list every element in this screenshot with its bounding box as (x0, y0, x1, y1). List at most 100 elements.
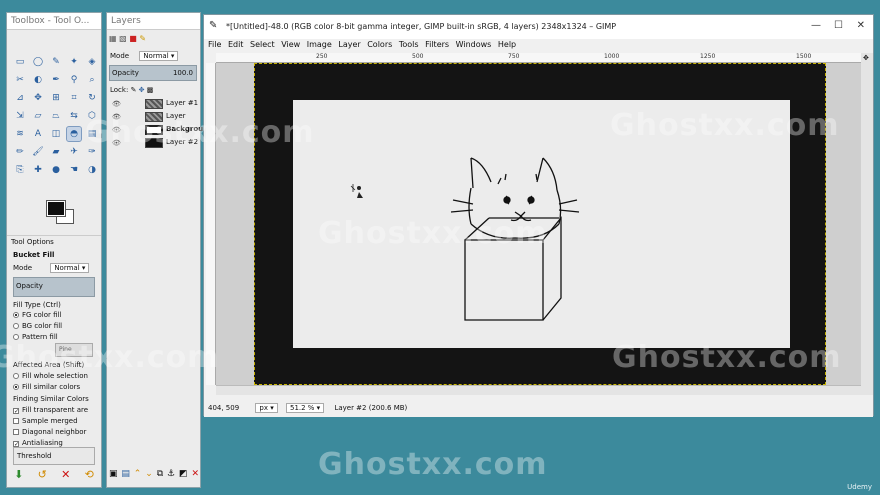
mode-select[interactable]: Normal ▾ (50, 263, 90, 273)
ruler-tick: 1500 (796, 53, 812, 60)
layer-row[interactable]: 👁 Layer #1 (109, 98, 199, 111)
lock-alpha-icon[interactable]: ▩ (147, 86, 154, 94)
color-select-icon[interactable]: ◈ (85, 55, 99, 69)
maximize-icon[interactable]: ☐ (834, 20, 843, 31)
measure-icon[interactable]: ⊿ (13, 91, 27, 105)
unified-transform-icon[interactable]: ◫ (49, 127, 63, 141)
layer-mode-select[interactable]: Normal ▾ (139, 51, 179, 61)
move-icon[interactable]: ✥ (31, 91, 45, 105)
clone-icon[interactable]: ⎘ (13, 163, 27, 177)
check-antialiasing[interactable]: ✓ Antialiasing (13, 439, 63, 448)
undo-tab-icon[interactable]: ✎ (139, 34, 146, 43)
lock-position-icon[interactable]: ✥ (139, 86, 145, 94)
anchor-layer-icon[interactable]: ⚓ (167, 469, 175, 479)
layer-name[interactable]: Layer #1 (166, 99, 198, 107)
save-options-icon[interactable]: ⬇ (14, 468, 23, 481)
check-transparent[interactable]: ✓ Fill transparent are (13, 406, 88, 415)
eraser-icon[interactable]: ▰ (49, 145, 63, 159)
window-titlebar[interactable]: ✎ *[Untitled]-48.0 (RGB color 8-bit gamm… (204, 15, 873, 39)
reset-options-icon[interactable]: ⟲ (85, 468, 94, 481)
layers-title[interactable]: Layers (107, 13, 200, 30)
ruler-tick: 1000 (604, 53, 620, 60)
horizontal-ruler[interactable]: 250 500 750 1000 1250 1500 (216, 53, 861, 63)
lock-pixels-icon[interactable]: ✎ (131, 86, 137, 94)
blur-icon[interactable]: ● (49, 163, 63, 177)
scale-icon[interactable]: ⇲ (13, 109, 27, 123)
eye-icon[interactable]: 👁 (112, 100, 121, 108)
minimize-icon[interactable]: — (811, 20, 821, 31)
menu-help[interactable]: Help (498, 40, 516, 49)
horizontal-scrollbar[interactable] (216, 385, 861, 395)
delete-options-icon[interactable]: ✕ (61, 468, 70, 481)
menu-windows[interactable]: Windows (456, 40, 492, 49)
rect-select-icon[interactable]: ▭ (13, 55, 27, 69)
menu-file[interactable]: File (208, 40, 221, 49)
watermark: Ghostxx.com (612, 340, 842, 375)
foreground-select-icon[interactable]: ◐ (31, 73, 45, 87)
layer-mode-label: Mode (110, 52, 130, 60)
color-swatches[interactable] (46, 200, 77, 225)
opacity-slider[interactable]: Opacity (13, 277, 95, 297)
threshold-slider[interactable]: Threshold (13, 447, 95, 465)
layers-toolbar: ▦ ▧ ■ ✎ (109, 34, 146, 43)
navigate-icon[interactable]: ✥ (863, 54, 869, 62)
raise-layer-icon[interactable]: ⌃ (134, 469, 142, 479)
menu-filters[interactable]: Filters (425, 40, 449, 49)
new-layer-icon[interactable]: ▣ (109, 469, 118, 479)
menu-layer[interactable]: Layer (338, 40, 360, 49)
ellipse-select-icon[interactable]: ◯ (31, 55, 45, 69)
zoom-select[interactable]: 51.2 % ▾ (285, 403, 325, 413)
layer-opacity-slider[interactable]: Opacity 100.0 (109, 65, 197, 81)
zoom-icon[interactable]: ⌕ (85, 73, 99, 87)
menu-tools[interactable]: Tools (399, 40, 419, 49)
rotate-icon[interactable]: ↻ (85, 91, 99, 105)
close-icon[interactable]: ✕ (857, 20, 865, 31)
vertical-scrollbar[interactable]: ✥ (861, 53, 873, 395)
shear-icon[interactable]: ▱ (31, 109, 45, 123)
align-icon[interactable]: ⊞ (49, 91, 63, 105)
crop-icon[interactable]: ⌗ (67, 91, 81, 105)
bucket-fill-icon[interactable]: ◓ (66, 126, 82, 142)
tool-options-tab[interactable]: Tool Options (7, 235, 101, 247)
free-select-icon[interactable]: ✎ (49, 55, 63, 69)
unit-select[interactable]: px ▾ (255, 403, 278, 413)
heal-icon[interactable]: ✚ (31, 163, 45, 177)
check-diagonal[interactable]: Diagonal neighbor (13, 428, 86, 436)
paintbrush-icon[interactable]: 🖌 (31, 145, 45, 159)
flip-icon[interactable]: ⇆ (67, 109, 81, 123)
mask-icon[interactable]: ◩ (179, 469, 188, 479)
paths-icon[interactable]: ✒ (49, 73, 63, 87)
text-icon[interactable]: A (31, 127, 45, 141)
color-picker-icon[interactable]: ⚲ (67, 73, 81, 87)
menu-image[interactable]: Image (307, 40, 332, 49)
perspective-icon[interactable]: ⏢ (49, 109, 63, 123)
layer-opacity-label: Opacity (112, 69, 139, 77)
fuzzy-select-icon[interactable]: ✦ (67, 55, 81, 69)
restore-options-icon[interactable]: ↺ (38, 468, 47, 481)
foreground-color-swatch[interactable] (46, 200, 66, 217)
channels-tab-icon[interactable]: ▧ (119, 34, 127, 43)
menu-colors[interactable]: Colors (367, 40, 392, 49)
scissors-icon[interactable]: ✂ (13, 73, 27, 87)
smudge-icon[interactable]: ☚ (67, 163, 81, 177)
new-group-icon[interactable]: ▤ (121, 469, 130, 479)
lower-layer-icon[interactable]: ⌄ (145, 469, 153, 479)
fill-type-bg[interactable]: BG color fill (13, 322, 62, 330)
pencil-icon[interactable]: ✏ (13, 145, 27, 159)
delete-layer-icon[interactable]: ✕ (191, 469, 199, 479)
airbrush-icon[interactable]: ✈ (67, 145, 81, 159)
dodge-burn-icon[interactable]: ◑ (85, 163, 99, 177)
fill-type-fg[interactable]: FG color fill (13, 311, 61, 319)
check-sample-merged[interactable]: Sample merged (13, 417, 78, 425)
menu-edit[interactable]: Edit (228, 40, 244, 49)
duplicate-layer-icon[interactable]: ⧉ (157, 469, 163, 479)
warp-icon[interactable]: ≋ (13, 127, 27, 141)
paths-tab-icon[interactable]: ■ (129, 34, 137, 43)
fill-type-bg-label: BG color fill (22, 322, 63, 330)
menu-select[interactable]: Select (250, 40, 275, 49)
affected-similar[interactable]: Fill similar colors (13, 383, 80, 391)
menu-view[interactable]: View (281, 40, 300, 49)
vertical-ruler[interactable] (206, 63, 216, 385)
toolbox-title[interactable]: Toolbox - Tool O... (7, 13, 101, 30)
layers-tab-icon[interactable]: ▦ (109, 34, 117, 43)
